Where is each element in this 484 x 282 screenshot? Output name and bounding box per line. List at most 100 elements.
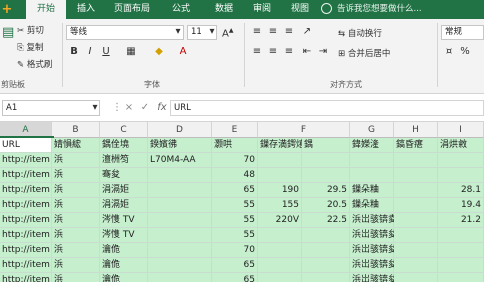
- table-cell[interactable]: [302, 258, 350, 273]
- align-right-icon[interactable]: ≡: [282, 45, 296, 59]
- column-header-f[interactable]: F: [258, 122, 350, 138]
- column-header-a[interactable]: A: [0, 122, 52, 138]
- table-cell[interactable]: http://item: [0, 183, 52, 198]
- tab-data[interactable]: 数据: [204, 0, 244, 19]
- orientation-icon[interactable]: ↗: [300, 25, 314, 39]
- grow-font-button[interactable]: A▲: [222, 27, 233, 39]
- header-cell[interactable]: URL: [0, 136, 54, 155]
- font-name-select[interactable]: 等线: [66, 25, 184, 40]
- table-cell[interactable]: http://item: [0, 198, 52, 213]
- table-cell[interactable]: [438, 273, 484, 282]
- table-cell[interactable]: [258, 228, 302, 243]
- table-cell[interactable]: 48: [212, 168, 258, 183]
- decrease-indent-icon[interactable]: ⇤: [300, 45, 314, 59]
- table-cell[interactable]: [302, 153, 350, 168]
- table-cell[interactable]: [438, 228, 484, 243]
- format-painter-button[interactable]: ✎ 格式刷: [17, 58, 52, 70]
- table-cell[interactable]: [148, 258, 212, 273]
- number-format-select[interactable]: 常规: [441, 25, 484, 40]
- tab-view[interactable]: 视图: [282, 0, 318, 19]
- tab-insert[interactable]: 插入: [66, 0, 106, 19]
- table-cell[interactable]: [394, 198, 438, 213]
- tell-me-search[interactable]: 告诉我您想要做什么...: [337, 0, 422, 19]
- paste-icon[interactable]: ▤: [2, 25, 14, 40]
- table-cell[interactable]: 瀹佹: [100, 243, 148, 258]
- table-cell[interactable]: [258, 153, 302, 168]
- table-cell[interactable]: [258, 168, 302, 183]
- table-cell[interactable]: [438, 153, 484, 168]
- column-header-e[interactable]: E: [212, 122, 258, 138]
- table-cell[interactable]: 65: [212, 183, 258, 198]
- column-header-i[interactable]: I: [438, 122, 484, 138]
- chevron-down-icon[interactable]: ▾: [90, 101, 100, 115]
- chevron-down-icon[interactable]: ▾: [207, 25, 217, 39]
- tab-home[interactable]: 开始: [26, 0, 66, 19]
- tab-formulas[interactable]: 公式: [160, 0, 202, 19]
- table-cell[interactable]: 鏁朵粬: [350, 198, 394, 213]
- table-cell[interactable]: [148, 198, 212, 213]
- table-cell[interactable]: L70M4-AA: [148, 153, 212, 168]
- table-cell[interactable]: 瀹佹: [100, 273, 148, 282]
- header-cell[interactable]: 鏁存満鍔熺: [258, 138, 305, 153]
- tab-page-layout[interactable]: 页面布局: [106, 0, 158, 19]
- fill-color-icon[interactable]: ◆: [152, 45, 166, 59]
- table-cell[interactable]: [394, 213, 438, 228]
- table-cell[interactable]: 55: [212, 228, 258, 243]
- chevron-down-icon[interactable]: ▾: [173, 25, 183, 39]
- align-left-icon[interactable]: ≡: [250, 45, 264, 59]
- header-cell[interactable]: 鎬昏瘎: [394, 138, 438, 153]
- formula-input[interactable]: URL: [170, 100, 484, 116]
- header-cell[interactable]: 鍝: [302, 138, 350, 153]
- table-cell[interactable]: 55: [212, 213, 258, 228]
- table-cell[interactable]: 浜岀骇锛夋: [350, 273, 397, 282]
- table-cell[interactable]: 220V: [258, 213, 302, 228]
- table-cell[interactable]: 浜岀骇锛夋: [350, 228, 397, 243]
- table-cell[interactable]: 澶栦笉: [100, 153, 148, 168]
- table-cell[interactable]: http://item: [0, 243, 52, 258]
- table-cell[interactable]: 浜岀骇锛夋: [350, 258, 397, 273]
- align-middle-icon[interactable]: ≡: [266, 25, 280, 39]
- table-cell[interactable]: [148, 228, 212, 243]
- table-cell[interactable]: http://item: [0, 168, 52, 183]
- table-cell[interactable]: 涔愯 TV: [100, 228, 148, 243]
- table-cell[interactable]: 浜: [52, 213, 100, 228]
- header-cell[interactable]: 鍏嬫湰: [350, 138, 394, 153]
- italic-button[interactable]: I: [84, 45, 96, 59]
- table-cell[interactable]: http://item: [0, 258, 52, 273]
- table-cell[interactable]: 19.4: [438, 198, 484, 213]
- header-cell[interactable]: 鍨嬪彿: [148, 138, 212, 153]
- column-header-g[interactable]: G: [350, 122, 394, 138]
- table-cell[interactable]: 浜: [52, 183, 100, 198]
- header-cell[interactable]: 涓烘敹: [438, 138, 484, 153]
- table-cell[interactable]: [394, 243, 438, 258]
- table-cell[interactable]: [350, 168, 394, 183]
- table-cell[interactable]: 浜: [52, 243, 100, 258]
- table-cell[interactable]: http://item: [0, 153, 52, 168]
- table-cell[interactable]: [394, 153, 438, 168]
- font-color-icon[interactable]: A: [176, 45, 190, 59]
- table-cell[interactable]: 190: [258, 183, 302, 198]
- table-cell[interactable]: [438, 243, 484, 258]
- cut-button[interactable]: ✂ 剪切: [17, 24, 44, 36]
- header-cell[interactable]: 灏哄: [212, 138, 258, 153]
- wrap-text-button[interactable]: ⇆ 自动换行: [338, 27, 382, 39]
- table-cell[interactable]: 22.5: [302, 213, 350, 228]
- merge-center-button[interactable]: ⊞ 合并后居中: [338, 47, 390, 59]
- table-cell[interactable]: 20.5: [302, 198, 350, 213]
- table-cell[interactable]: [438, 258, 484, 273]
- table-cell[interactable]: [258, 258, 302, 273]
- table-cell[interactable]: [148, 168, 212, 183]
- worksheet-grid[interactable]: A B C D E F G H I URL 婧愪綋 鍝佺墝 鍨嬪彿 灏哄 鏁存満鍔熺鍝鍏嬫湰 鎬昏瘎 涓烘敹 ht…: [0, 122, 484, 282]
- align-top-icon[interactable]: ≡: [250, 25, 264, 39]
- table-cell[interactable]: 29.5: [302, 183, 350, 198]
- table-cell[interactable]: [258, 273, 302, 282]
- table-cell[interactable]: 21.2: [438, 213, 484, 228]
- table-cell[interactable]: 浜: [52, 273, 100, 282]
- table-cell[interactable]: 浜: [52, 198, 100, 213]
- table-cell[interactable]: 65: [212, 258, 258, 273]
- table-cell[interactable]: 浜: [52, 153, 100, 168]
- table-cell[interactable]: 浜: [52, 168, 100, 183]
- column-header-b[interactable]: B: [52, 122, 100, 138]
- table-cell[interactable]: 55: [212, 198, 258, 213]
- borders-icon[interactable]: ▦: [124, 45, 138, 59]
